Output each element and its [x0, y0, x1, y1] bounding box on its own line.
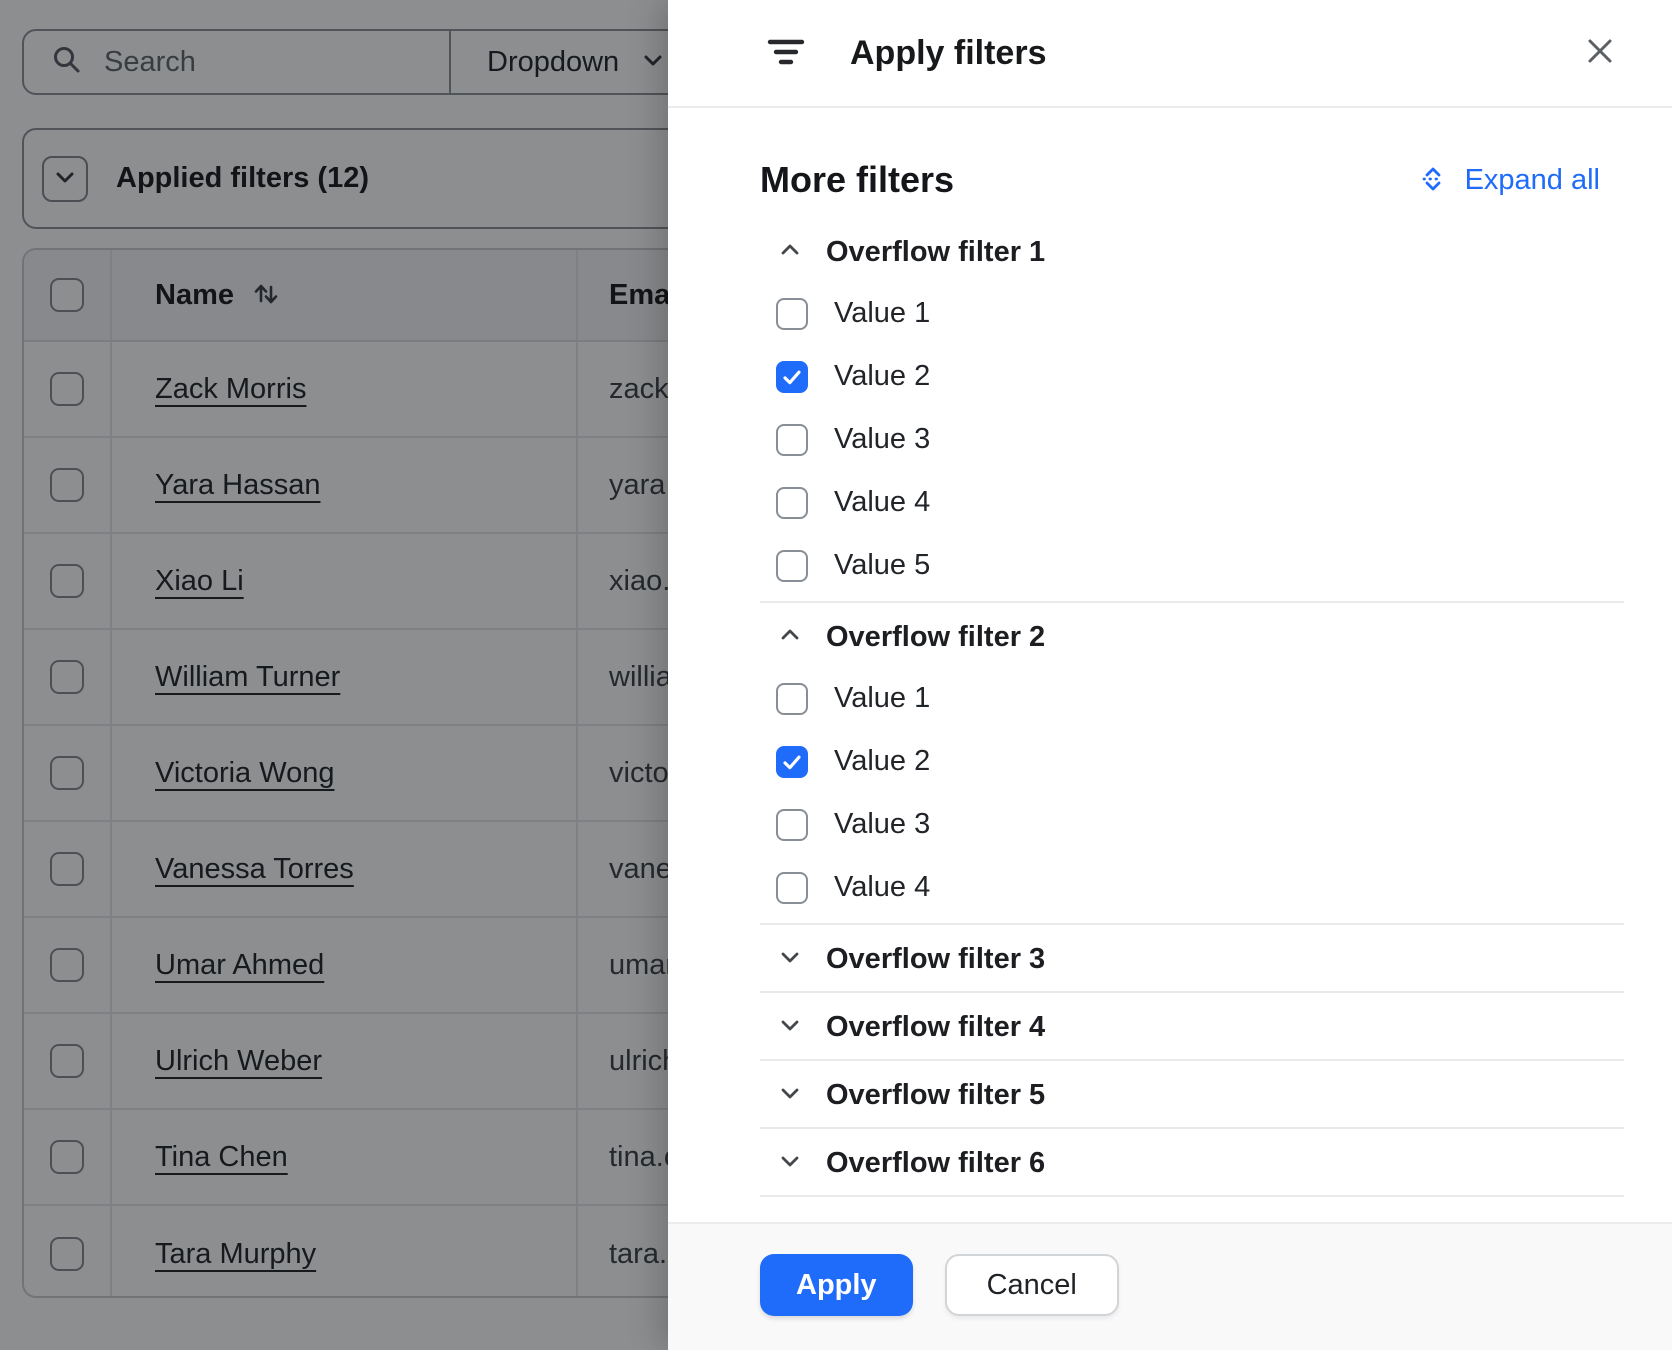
close-button[interactable] — [1578, 30, 1622, 74]
filter-section-title: Overflow filter 1 — [826, 236, 1045, 269]
panel-title: Apply filters — [850, 34, 1046, 73]
apply-filters-panel: Apply filters More filters — [668, 0, 1672, 1350]
filter-section-title: Overflow filter 5 — [826, 1079, 1045, 1112]
value-label: Value 5 — [834, 549, 930, 582]
chevron-icon — [776, 621, 804, 654]
filter-section-title: Overflow filter 2 — [826, 621, 1045, 654]
value-label: Value 3 — [834, 808, 930, 841]
chevron-icon — [776, 1011, 804, 1044]
close-icon — [1582, 33, 1618, 72]
filter-values: Value 1 Value 2 — [760, 282, 1624, 597]
chevron-icon — [776, 943, 804, 976]
value-label: Value 4 — [834, 871, 930, 904]
filter-section-toggle[interactable]: Overflow filter 3 — [760, 931, 1624, 987]
value-checkbox[interactable] — [776, 683, 808, 715]
filter-sections: Overflow filter 1 Value 1 — [760, 218, 1624, 1197]
apply-button[interactable]: Apply — [760, 1254, 913, 1316]
filter-section: Overflow filter 2 Value 1 — [760, 603, 1624, 925]
filter-value-row[interactable]: Value 4 — [760, 471, 1624, 534]
filter-section-title: Overflow filter 6 — [826, 1147, 1045, 1180]
filter-value-row[interactable]: Value 3 — [760, 793, 1624, 856]
filter-section-toggle[interactable]: Overflow filter 1 — [760, 224, 1624, 280]
panel-footer: Apply Cancel — [668, 1222, 1672, 1350]
value-checkbox[interactable] — [776, 746, 808, 778]
expand-all-label: Expand all — [1465, 164, 1600, 197]
value-label: Value 1 — [834, 682, 930, 715]
more-filters-heading: More filters — [760, 159, 954, 201]
filter-section: Overflow filter 3 — [760, 925, 1624, 993]
filter-value-row[interactable]: Value 1 — [760, 667, 1624, 730]
filter-value-row[interactable]: Value 1 — [760, 282, 1624, 345]
value-label: Value 3 — [834, 423, 930, 456]
value-checkbox[interactable] — [776, 298, 808, 330]
unfold-vertical-icon — [1417, 163, 1449, 198]
filter-section-title: Overflow filter 3 — [826, 943, 1045, 976]
filter-section-toggle[interactable]: Overflow filter 5 — [760, 1067, 1624, 1123]
value-checkbox[interactable] — [776, 487, 808, 519]
cancel-button[interactable]: Cancel — [945, 1254, 1119, 1316]
page: Search Dropdown Applied filters (1 — [0, 0, 1672, 1350]
value-label: Value 2 — [834, 360, 930, 393]
filter-section: Overflow filter 5 — [760, 1061, 1624, 1129]
filter-value-row[interactable]: Value 5 — [760, 534, 1624, 597]
value-checkbox[interactable] — [776, 872, 808, 904]
value-checkbox[interactable] — [776, 361, 808, 393]
panel-header: Apply filters — [668, 0, 1672, 108]
value-checkbox[interactable] — [776, 550, 808, 582]
filter-value-row[interactable]: Value 2 — [760, 730, 1624, 793]
filter-values: Value 1 Value 2 — [760, 667, 1624, 919]
filter-section: Overflow filter 1 Value 1 — [760, 218, 1624, 603]
filter-section-title: Overflow filter 4 — [826, 1011, 1045, 1044]
filter-section-toggle[interactable]: Overflow filter 6 — [760, 1135, 1624, 1191]
value-label: Value 4 — [834, 486, 930, 519]
chevron-icon — [776, 236, 804, 269]
value-checkbox[interactable] — [776, 809, 808, 841]
value-checkbox[interactable] — [776, 424, 808, 456]
chevron-icon — [776, 1147, 804, 1180]
filter-section: Overflow filter 4 — [760, 993, 1624, 1061]
filter-value-row[interactable]: Value 3 — [760, 408, 1624, 471]
panel-content: More filters Expand all — [668, 108, 1672, 1197]
filter-value-row[interactable]: Value 2 — [760, 345, 1624, 408]
value-label: Value 1 — [834, 297, 930, 330]
filter-section: Overflow filter 6 — [760, 1129, 1624, 1197]
value-label: Value 2 — [834, 745, 930, 778]
filter-icon — [764, 29, 808, 78]
filter-section-toggle[interactable]: Overflow filter 2 — [760, 609, 1624, 665]
filter-section-toggle[interactable]: Overflow filter 4 — [760, 999, 1624, 1055]
expand-all-button[interactable]: Expand all — [1417, 163, 1600, 198]
filter-value-row[interactable]: Value 4 — [760, 856, 1624, 919]
chevron-icon — [776, 1079, 804, 1112]
